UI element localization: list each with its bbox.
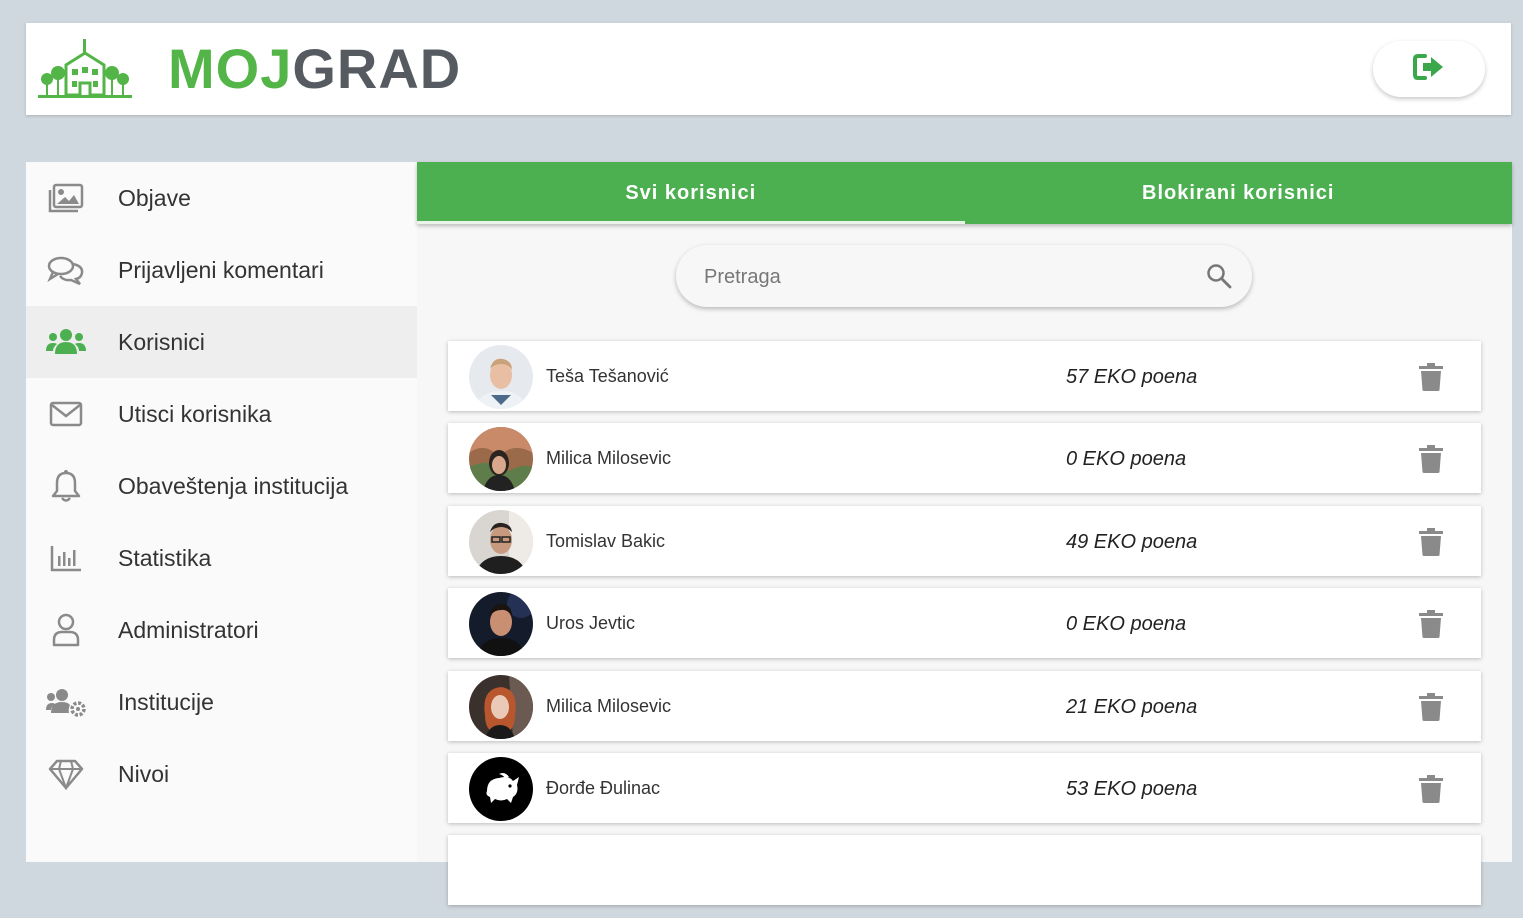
sidebar-item-korisnici[interactable]: Korisnici [26, 306, 417, 378]
sidebar-item-nivoi[interactable]: Nivoi [26, 738, 417, 810]
list-item[interactable] [448, 835, 1481, 906]
avatar [469, 427, 533, 492]
logout-button[interactable] [1373, 41, 1485, 97]
list-item[interactable]: Milica Milosevic 21 EKO poena [448, 670, 1481, 741]
sidebar-item-obavestenja-institucija[interactable]: Obaveštenja institucija [26, 450, 417, 522]
search-box [676, 245, 1252, 309]
user-points: 49 EKO poena [1066, 530, 1198, 553]
sidebar-item-label: Objave [118, 184, 191, 211]
sidebar-item-prijavljeni-komentari[interactable]: Prijavljeni komentari [26, 234, 417, 306]
user-name: Đorđe Đulinac [546, 777, 661, 798]
sidebar-item-institucije[interactable]: Institucije [26, 666, 417, 738]
sidebar: Objave Prijavljeni komentari Korisnici U… [26, 162, 417, 862]
user-name: Milica Milosevic [546, 695, 672, 716]
trash-icon[interactable] [1419, 692, 1443, 721]
sidebar-item-label: Nivoi [118, 760, 170, 787]
user-icon [46, 610, 86, 650]
list-item[interactable]: Đorđe Đulinac 53 EKO poena [448, 752, 1481, 823]
users-icon [46, 322, 86, 362]
user-name: Uros Jevtic [546, 613, 636, 634]
tab-blokirani-korisnici[interactable]: Blokirani korisnici [965, 162, 1513, 224]
chart-bar-icon [46, 538, 86, 578]
tab-bar: Svi korisnici Blokirani korisnici [417, 162, 1512, 224]
list-item[interactable]: Tomislav Bakic 49 EKO poena [448, 505, 1481, 576]
users-cog-icon [46, 682, 86, 722]
sidebar-item-label: Statistika [118, 544, 212, 571]
avatar [469, 674, 533, 739]
sidebar-item-statistika[interactable]: Statistika [26, 522, 417, 594]
comments-icon [46, 250, 86, 290]
user-points: 21 EKO poena [1066, 695, 1198, 718]
trash-icon[interactable] [1419, 774, 1443, 803]
images-icon [46, 178, 86, 218]
envelope-icon [46, 394, 86, 434]
sidebar-item-label: Utisci korisnika [118, 400, 272, 427]
user-name: Tomislav Bakic [546, 530, 666, 551]
sidebar-item-administratori[interactable]: Administratori [26, 594, 417, 666]
search-icon[interactable] [1206, 263, 1232, 289]
sidebar-item-utisci-korisnika[interactable]: Utisci korisnika [26, 378, 417, 450]
sidebar-item-label: Administratori [118, 616, 259, 643]
user-points: 0 EKO poena [1066, 613, 1187, 636]
user-points: 57 EKO poena [1066, 366, 1198, 388]
sidebar-item-label: Prijavljeni komentari [118, 256, 324, 283]
gem-icon [46, 754, 86, 794]
avatar [469, 345, 533, 409]
user-list: Teša Tešanović 57 EKO poena Milica Milos… [448, 341, 1481, 918]
user-points: 53 EKO poena [1066, 777, 1198, 800]
sidebar-item-label: Korisnici [118, 328, 205, 355]
avatar [469, 509, 533, 574]
sidebar-item-objave[interactable]: Objave [26, 162, 417, 234]
user-points: 0 EKO poena [1066, 448, 1187, 471]
search-input[interactable] [702, 245, 1176, 309]
trash-icon[interactable] [1419, 363, 1443, 391]
users-main: Svi korisnici Blokirani korisnici Teša T… [417, 162, 1512, 906]
brand-grad: GRAD [292, 37, 462, 100]
trash-icon[interactable] [1419, 445, 1443, 474]
app-header: MOJGRAD [26, 23, 1511, 115]
sign-out-icon [1413, 53, 1445, 85]
avatar [469, 756, 533, 821]
bell-icon [46, 466, 86, 506]
tab-svi-korisnici[interactable]: Svi korisnici [417, 162, 965, 224]
content-panel: Objave Prijavljeni komentari Korisnici U… [26, 162, 1512, 906]
brand-wordmark: MOJGRAD [168, 37, 461, 101]
sidebar-item-label: Institucije [118, 688, 214, 715]
avatar [469, 592, 533, 657]
trash-icon[interactable] [1419, 527, 1443, 556]
list-item[interactable]: Milica Milosevic 0 EKO poena [448, 423, 1481, 494]
sidebar-item-label: Obaveštenja institucija [118, 472, 349, 499]
user-name: Milica Milosevic [546, 448, 672, 469]
user-name: Teša Tešanović [546, 366, 669, 386]
list-item[interactable]: Uros Jevtic 0 EKO poena [448, 588, 1481, 659]
trash-icon[interactable] [1419, 610, 1443, 639]
brand-moj: MOJ [168, 37, 293, 100]
city-logo-icon [38, 37, 132, 101]
list-item[interactable]: Teša Tešanović 57 EKO poena [448, 341, 1481, 411]
